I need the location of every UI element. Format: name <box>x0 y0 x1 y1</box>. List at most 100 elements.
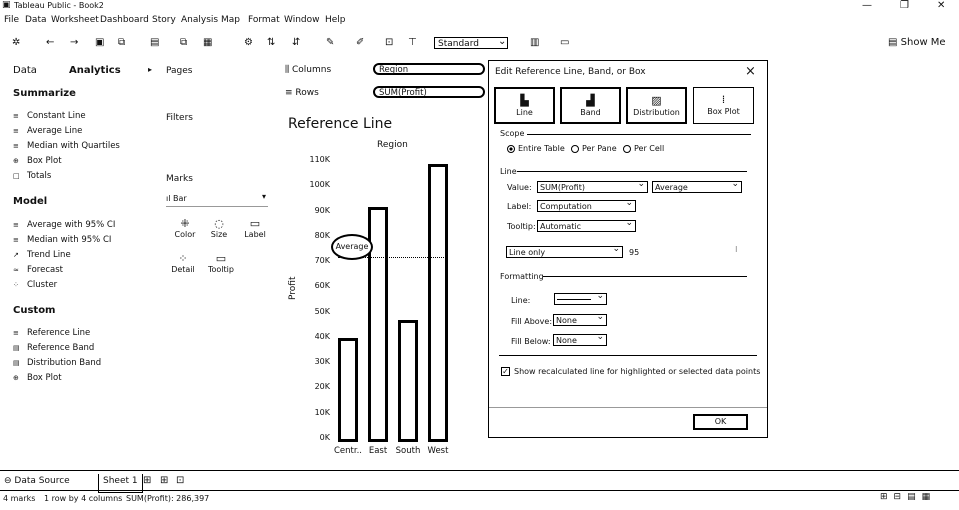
undo-icon[interactable]: ← <box>46 37 54 49</box>
sheet-nav-icons[interactable]: ⊞⊟▤▦ <box>880 492 936 502</box>
analytics-item-box-plot[interactable]: ⊕ Box Plot <box>13 156 62 166</box>
rows-shelf-label: ≡ Rows <box>285 88 319 98</box>
duplicate-icon[interactable]: ⧉ <box>180 37 187 49</box>
tableau-logo-icon[interactable]: ✲ <box>12 37 20 49</box>
app-icon: ▣ <box>2 0 11 10</box>
labels-icon[interactable]: ⊡ <box>385 37 393 49</box>
new-datasource-icon[interactable]: ⧉ <box>118 37 125 49</box>
tab-data[interactable]: Data <box>13 65 37 76</box>
size-button[interactable]: ◌ Size <box>204 217 234 239</box>
close-icon[interactable]: × <box>745 64 756 79</box>
line-style-select[interactable] <box>554 291 607 305</box>
menu-format[interactable]: Format <box>248 15 280 25</box>
ok-button[interactable]: OK <box>693 414 748 430</box>
show-me-button[interactable]: ▤ Show Me <box>888 37 946 48</box>
menu-data[interactable]: Data <box>25 15 47 25</box>
show-me-icon: ▤ <box>888 37 898 48</box>
presentation-icon[interactable]: ▭ <box>560 37 569 49</box>
fill-above-select[interactable]: None <box>553 312 607 326</box>
menu-worksheet[interactable]: Worksheet <box>51 15 99 25</box>
value-field-select[interactable]: SUM(Profit) <box>537 179 648 193</box>
tab-analytics[interactable]: Analytics <box>69 65 121 76</box>
scope-per-cell-radio[interactable]: Per Cell <box>623 144 664 153</box>
y-tick-label: 60K <box>314 281 330 291</box>
color-button[interactable]: ⁜ Color <box>170 217 200 239</box>
menu-help[interactable]: Help <box>325 15 346 25</box>
new-story-tab-icon[interactable]: ⊡ <box>176 475 184 486</box>
save-icon[interactable]: ▣ <box>95 37 104 49</box>
label-button[interactable]: ▭ Label <box>240 217 270 239</box>
analytics-item-distribution-band[interactable]: ▤ Distribution Band <box>13 358 101 368</box>
analytics-item-cluster[interactable]: ⁘ Cluster <box>13 280 57 290</box>
bar-south[interactable] <box>398 319 418 442</box>
analytics-item-custom-box-plot[interactable]: ⊕ Box Plot <box>13 373 62 383</box>
display-select[interactable]: Line only <box>506 244 623 258</box>
band-icon: ▟ <box>586 94 595 107</box>
type-line-button[interactable]: ▙ Line <box>494 87 555 124</box>
label-select[interactable]: Computation <box>537 198 636 212</box>
new-dashboard-tab-icon[interactable]: ⊞ <box>160 475 168 486</box>
analytics-item-trend-line[interactable]: ↗ Trend Line <box>13 250 71 260</box>
chart-area: 0K 10K 20K 30K 40K 50K 60K 70K 80K 90K 100K 110K Cen… <box>300 150 485 460</box>
type-distribution-button[interactable]: ▨ Distribution <box>626 87 687 124</box>
maximize-icon[interactable]: ❐ <box>900 0 909 11</box>
tooltip-select[interactable]: Automatic <box>537 218 636 232</box>
analytics-item-average-ci[interactable]: ≡ Average with 95% CI <box>13 220 115 230</box>
divider <box>527 134 751 135</box>
menu-story[interactable]: Story <box>152 15 176 25</box>
minimize-icon[interactable]: — <box>862 0 872 11</box>
new-worksheet-tab-icon[interactable]: ⊞ <box>143 475 151 486</box>
show-cards-icon[interactable]: ▥ <box>530 37 539 49</box>
divider <box>517 171 747 172</box>
swap-icon[interactable]: ⇅ <box>267 37 275 49</box>
sort-icon[interactable]: ⇵ <box>292 37 300 49</box>
mark-type-dropdown[interactable]: ıl Bar ▾ <box>166 192 268 207</box>
y-tick-label: 30K <box>314 357 330 367</box>
scope-per-pane-radio[interactable]: Per Pane <box>571 144 617 153</box>
new-worksheet-icon[interactable]: ▤ <box>150 37 159 49</box>
clear-sheet-icon[interactable]: ▦ <box>203 37 212 49</box>
analytics-item-reference-line[interactable]: ≡ Reference Line <box>13 328 90 338</box>
fill-below-select[interactable]: None <box>553 332 607 346</box>
value-aggregation-select[interactable]: Average <box>652 179 742 193</box>
analytics-item-median-ci[interactable]: ≡ Median with 95% CI <box>13 235 111 245</box>
redo-icon[interactable]: → <box>70 37 78 49</box>
y-tick-label: 90K <box>314 205 330 215</box>
fix-axes-icon[interactable]: ⊤ <box>408 37 417 49</box>
scope-entire-table-radio[interactable]: Entire Table <box>507 144 565 153</box>
analytics-item-median-quartiles[interactable]: ≡ Median with Quartiles <box>13 141 120 151</box>
analytics-item-totals[interactable]: □ Totals <box>13 171 51 181</box>
confidence-spinner-icon[interactable]: ⁝ <box>735 245 738 254</box>
model-heading: Model <box>13 196 48 207</box>
menu-file[interactable]: File <box>4 15 19 25</box>
confidence-value[interactable]: 95 <box>629 248 639 257</box>
recalculate-checkbox[interactable]: ✓ <box>501 367 510 376</box>
rows-pill-sum-profit[interactable]: SUM(Profit) <box>373 86 485 98</box>
formatting-heading: Formatting <box>500 272 544 281</box>
fill-above-label: Fill Above: <box>511 317 553 326</box>
auto-update-icon[interactable]: ⚙ <box>244 37 253 49</box>
menu-map[interactable]: Map <box>221 15 240 25</box>
columns-pill-region[interactable]: Region <box>373 63 485 75</box>
color-label: Color <box>174 230 196 239</box>
type-box-plot-button[interactable]: ⁞ Box Plot <box>693 87 754 124</box>
group-icon[interactable]: ✐ <box>356 37 364 49</box>
pane-menu-icon[interactable]: ▸ <box>148 65 152 74</box>
detail-button[interactable]: ⁘ Detail <box>168 252 198 274</box>
bar-west[interactable] <box>428 164 448 442</box>
analytics-item-constant-line[interactable]: ≡ Constant Line <box>13 111 86 121</box>
type-band-button[interactable]: ▟ Band <box>560 87 621 124</box>
bar-centr[interactable] <box>338 337 358 442</box>
menu-window[interactable]: Window <box>284 15 320 25</box>
analytics-item-average-line[interactable]: ≡ Average Line <box>13 126 82 136</box>
analytics-item-reference-band[interactable]: ▤ Reference Band <box>13 343 94 353</box>
summarize-heading: Summarize <box>13 88 76 99</box>
tooltip-button[interactable]: ▭ Tooltip <box>204 252 238 274</box>
menu-analysis[interactable]: Analysis <box>181 15 218 25</box>
close-window-icon[interactable]: ✕ <box>937 0 945 11</box>
highlight-icon[interactable]: ✎ <box>326 37 334 49</box>
menu-dashboard[interactable]: Dashboard <box>100 15 149 25</box>
analytics-item-forecast[interactable]: ≈ Forecast <box>13 265 63 275</box>
data-source-tab[interactable]: ⊖ Data Source <box>4 476 70 486</box>
fit-dropdown[interactable]: Standard <box>434 37 508 49</box>
